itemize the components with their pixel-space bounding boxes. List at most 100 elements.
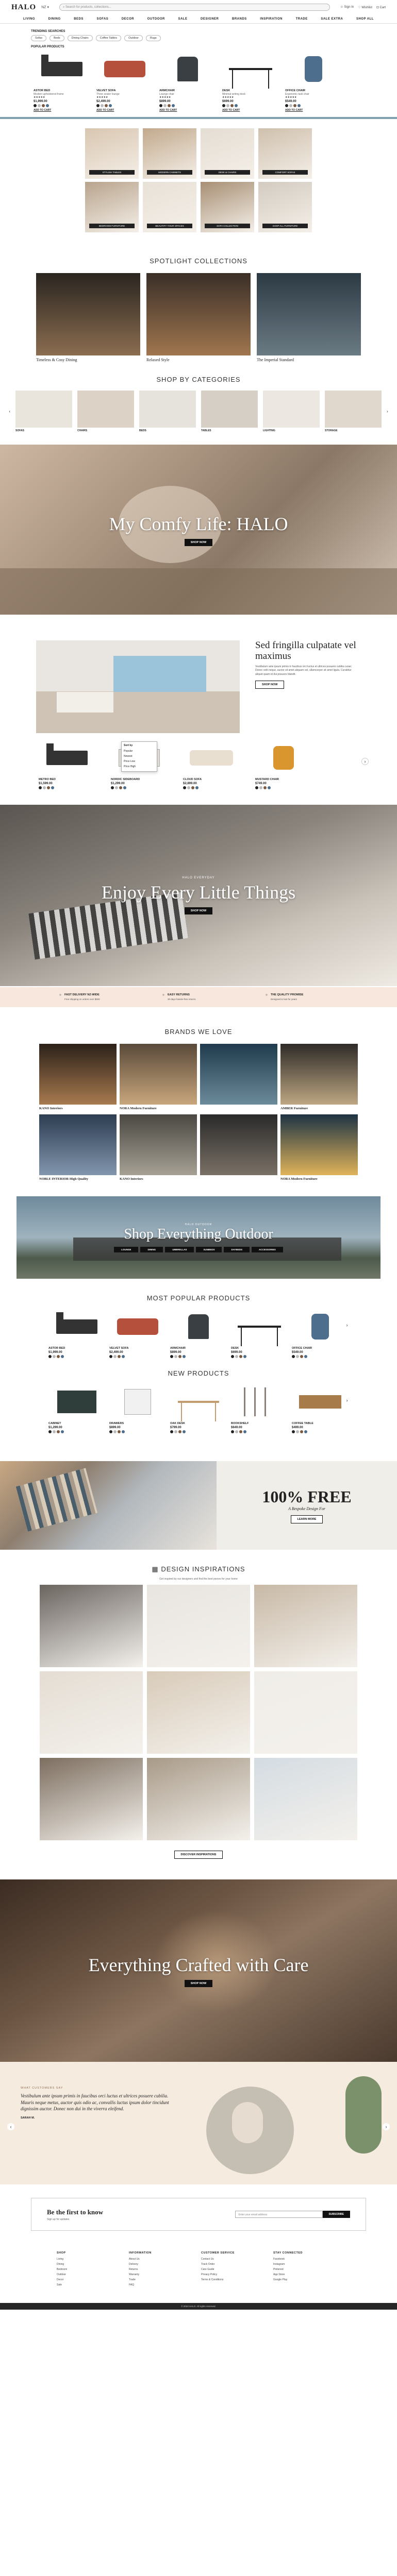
product-image[interactable] xyxy=(109,1308,166,1345)
product-name[interactable]: BOOKSHELF xyxy=(231,1422,288,1425)
color-swatch[interactable] xyxy=(222,104,225,107)
color-swatch[interactable] xyxy=(304,1430,307,1433)
inspiration-image[interactable] xyxy=(40,1585,143,1667)
category-card[interactable]: BEDS xyxy=(139,391,196,432)
next-arrow-icon[interactable]: › xyxy=(361,758,369,765)
product-name[interactable]: ASTOR BED xyxy=(48,1347,105,1350)
nav-item[interactable]: SOFAS xyxy=(96,18,108,21)
product-image[interactable] xyxy=(292,1383,349,1420)
dropdown-option[interactable]: Newest xyxy=(124,754,155,759)
brand-card[interactable]: NORA Modern Furniture xyxy=(280,1114,358,1181)
product-image[interactable] xyxy=(285,50,342,88)
color-swatch[interactable] xyxy=(38,104,41,107)
spotlight-card[interactable]: Relaxed Style xyxy=(146,273,251,362)
color-swatch[interactable] xyxy=(187,786,190,789)
outdoor-chip[interactable]: ACCESSORIES xyxy=(252,1246,283,1252)
color-swatch[interactable] xyxy=(122,1355,125,1358)
footer-link[interactable]: Warranty xyxy=(129,2273,196,2276)
color-swatch[interactable] xyxy=(119,786,122,789)
add-to-cart-link[interactable]: ADD TO CART xyxy=(34,109,90,112)
color-swatch[interactable] xyxy=(174,1430,177,1433)
color-swatch[interactable] xyxy=(122,1430,125,1433)
outdoor-chip[interactable]: LOUNGE xyxy=(114,1246,139,1252)
nav-item[interactable]: DECOR xyxy=(122,18,134,21)
product-name[interactable]: CLOUD SOFA xyxy=(183,778,240,781)
color-swatch[interactable] xyxy=(191,786,194,789)
footer-link[interactable]: Track Order xyxy=(201,2263,268,2266)
color-swatch[interactable] xyxy=(285,104,288,107)
brand-card[interactable]: AMBER Furniture xyxy=(280,1044,358,1110)
trending-chip[interactable]: Sofas xyxy=(31,35,47,41)
product-name[interactable]: NORDIC SIDEBOARD xyxy=(111,778,168,781)
cart-link[interactable]: ⊡ Cart xyxy=(376,6,386,9)
color-swatch[interactable] xyxy=(235,1430,238,1433)
product-image[interactable] xyxy=(39,739,95,776)
color-swatch[interactable] xyxy=(61,1430,64,1433)
logo[interactable]: HALO xyxy=(11,3,36,12)
color-swatch[interactable] xyxy=(183,1430,186,1433)
next-arrow-icon[interactable]: › xyxy=(387,409,388,414)
color-swatch[interactable] xyxy=(101,104,104,107)
color-swatch[interactable] xyxy=(113,1355,117,1358)
trending-chip[interactable]: Coffee Tables xyxy=(95,35,122,41)
wishlist-link[interactable]: ♡ Wishlist xyxy=(358,6,372,9)
inspiration-image[interactable] xyxy=(147,1671,250,1754)
color-swatch[interactable] xyxy=(268,786,271,789)
room-tile[interactable]: SOFA COLLECTION xyxy=(201,182,254,232)
color-swatch[interactable] xyxy=(159,104,162,107)
color-swatch[interactable] xyxy=(230,104,234,107)
nav-item[interactable]: SALE xyxy=(178,18,187,21)
color-swatch[interactable] xyxy=(170,1355,173,1358)
product-image[interactable] xyxy=(292,1308,349,1345)
color-swatch[interactable] xyxy=(231,1355,234,1358)
product-image[interactable] xyxy=(231,1383,288,1420)
nav-item[interactable]: BEDS xyxy=(74,18,84,21)
inspiration-image[interactable] xyxy=(40,1758,143,1840)
trending-chip[interactable]: Beds xyxy=(49,35,64,41)
hero-comfy-button[interactable]: SHOP NOW xyxy=(184,539,213,546)
color-swatch[interactable] xyxy=(113,1430,117,1433)
color-swatch[interactable] xyxy=(235,104,238,107)
color-swatch[interactable] xyxy=(42,104,45,107)
product-card[interactable]: DESK $699.00 xyxy=(231,1308,288,1358)
product-card[interactable]: CABINET $1,299.00 xyxy=(48,1383,105,1433)
color-swatch[interactable] xyxy=(57,1355,60,1358)
product-card[interactable]: ARMCHAIR $899.00 xyxy=(170,1308,227,1358)
product-card[interactable]: DRAWERS $899.00 xyxy=(109,1383,166,1433)
footer-link[interactable]: App Store xyxy=(273,2273,340,2276)
product-image[interactable] xyxy=(183,739,240,776)
product-name[interactable]: CABINET xyxy=(48,1422,105,1425)
dropdown-option[interactable]: Price Low xyxy=(124,759,155,764)
popular-next-icon[interactable]: › xyxy=(343,1321,351,1329)
inspiration-image[interactable] xyxy=(254,1585,357,1667)
color-swatch[interactable] xyxy=(292,1355,295,1358)
footer-link[interactable]: Contact Us xyxy=(201,2258,268,2261)
outdoor-chip[interactable]: DAYBEDS xyxy=(224,1246,250,1252)
color-swatch[interactable] xyxy=(231,1430,234,1433)
trending-chip[interactable]: Dining Chairs xyxy=(67,35,93,41)
color-swatch[interactable] xyxy=(96,104,100,107)
room-tile[interactable]: MODERN CABINETS xyxy=(143,128,196,179)
brand-name[interactable]: AMBER Furniture xyxy=(280,1107,358,1110)
outdoor-chip[interactable]: DINING xyxy=(140,1246,163,1252)
color-swatch[interactable] xyxy=(39,786,42,789)
category-card[interactable]: SOFAS xyxy=(15,391,72,432)
spotlight-name[interactable]: Relaxed Style xyxy=(146,358,251,362)
color-swatch[interactable] xyxy=(47,786,50,789)
brand-name[interactable]: KANO Interiors xyxy=(39,1107,117,1110)
inspirations-button[interactable]: DISCOVER INSPIRATIONS xyxy=(174,1851,223,1859)
new-next-icon[interactable]: › xyxy=(343,1397,351,1404)
dropdown-option[interactable]: Price High xyxy=(124,764,155,769)
product-image[interactable] xyxy=(222,50,279,89)
add-to-cart-link[interactable]: ADD TO CART xyxy=(285,109,342,112)
color-swatch[interactable] xyxy=(109,1430,112,1433)
brand-name[interactable]: KANO Interiors xyxy=(120,1177,197,1181)
color-swatch[interactable] xyxy=(43,786,46,789)
product-name[interactable]: DESK xyxy=(231,1347,288,1350)
add-to-cart-link[interactable]: ADD TO CART xyxy=(159,109,216,112)
brand-name[interactable]: NORA Modern Furniture xyxy=(280,1177,358,1181)
brand-card[interactable]: KANO Interiors xyxy=(120,1114,197,1181)
color-swatch[interactable] xyxy=(118,1430,121,1433)
spotlight-card[interactable]: The Imperial Standard xyxy=(257,273,361,362)
color-swatch[interactable] xyxy=(293,104,296,107)
